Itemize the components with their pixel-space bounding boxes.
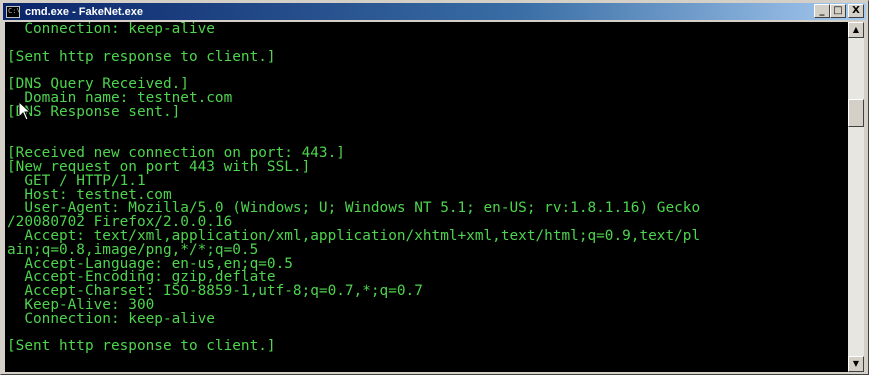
cmd-icon[interactable]: C:\ bbox=[6, 5, 20, 18]
console-line: [DNS Query Received.] bbox=[7, 76, 189, 93]
console-line: ain;q=0.8,image/png,*/*;q=0.5 bbox=[7, 241, 259, 258]
close-button[interactable]: X bbox=[848, 4, 864, 18]
console-line: Domain name: testnet.com bbox=[7, 89, 233, 106]
console-line: [Sent http response to client.] bbox=[7, 338, 276, 355]
console-line: [Sent http response to client.] bbox=[7, 48, 276, 65]
console-line: Accept: text/xml,application/xml,applica… bbox=[7, 227, 701, 244]
console-line: Keep-Alive: 300 bbox=[7, 296, 155, 313]
console-line: Accept-Language: en-us,en;q=0.5 bbox=[7, 255, 293, 272]
console-output[interactable]: Connection: keep-alive [Sent http respon… bbox=[5, 22, 848, 372]
console-line: Connection: keep-alive bbox=[7, 22, 215, 37]
maximize-button[interactable]: □ bbox=[830, 4, 846, 18]
mouse-pointer-icon bbox=[19, 102, 31, 121]
console-line: GET / HTTP/1.1 bbox=[7, 172, 146, 189]
minimize-button[interactable]: _ bbox=[814, 4, 830, 18]
console-line: [DNS Response sent.] bbox=[7, 103, 181, 120]
console-window: C:\ cmd.exe - FakeNet.exe _ □ X Connecti… bbox=[0, 0, 869, 375]
console-line: /20080702 Firefox/2.0.0.16 bbox=[7, 214, 233, 231]
title-bar[interactable]: C:\ cmd.exe - FakeNet.exe _ □ X bbox=[3, 3, 866, 20]
window-controls: _ □ X bbox=[814, 4, 864, 18]
console-line: Connection: keep-alive bbox=[7, 310, 215, 327]
console-line: User-Agent: Mozilla/5.0 (Windows; U; Win… bbox=[7, 200, 701, 217]
console-line: [New request on port 443 with SSL.] bbox=[7, 158, 311, 175]
scroll-thumb[interactable] bbox=[848, 99, 864, 127]
window-title: cmd.exe - FakeNet.exe bbox=[25, 5, 144, 18]
console-line: Accept-Charset: ISO-8859-1,utf-8;q=0.7,*… bbox=[7, 283, 423, 300]
console-line: Host: testnet.com bbox=[7, 186, 172, 203]
console-line: [Received new connection on port: 443.] bbox=[7, 145, 345, 162]
scroll-up-button[interactable]: ▲ bbox=[848, 22, 864, 38]
vertical-scrollbar[interactable]: ▲ ▼ bbox=[848, 22, 864, 372]
console-line: Accept-Encoding: gzip,deflate bbox=[7, 269, 276, 286]
scroll-down-button[interactable]: ▼ bbox=[848, 356, 864, 372]
